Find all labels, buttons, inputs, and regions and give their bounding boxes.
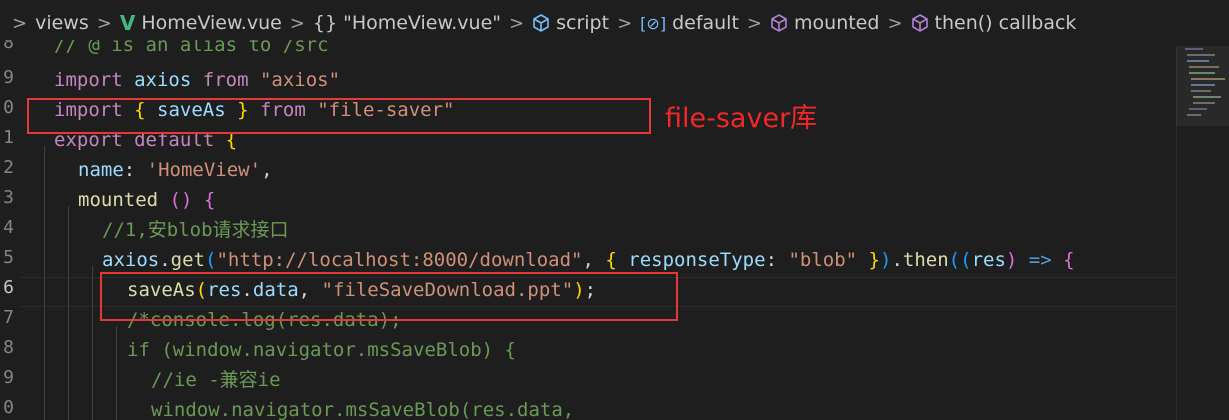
code-line: // @ is an alias to /src bbox=[54, 40, 329, 56]
cube-icon bbox=[533, 14, 549, 32]
code-line: mounted () { bbox=[78, 189, 216, 211]
annotation-label: file-saver库 bbox=[665, 103, 818, 134]
breadcrumb-chevron-icon: > bbox=[617, 12, 633, 34]
line-number: 4 bbox=[3, 217, 14, 238]
code-line: //ie -兼容ie bbox=[151, 369, 281, 391]
breadcrumb-item-mounted[interactable]: mounted bbox=[770, 12, 879, 34]
indent-guide bbox=[44, 146, 45, 420]
line-number: 2 bbox=[3, 157, 14, 178]
code-line: //1,安blob请求接口 bbox=[102, 219, 289, 241]
breadcrumb-item-callback[interactable]: then() callback bbox=[911, 12, 1076, 34]
minimap-viewport-slider[interactable] bbox=[1176, 46, 1229, 126]
line-number: 7 bbox=[3, 307, 14, 328]
cube-icon bbox=[911, 14, 928, 32]
breadcrumb-item-file[interactable]: V HomeView.vue bbox=[120, 11, 282, 35]
breadcrumb-chevron-icon: > bbox=[887, 12, 903, 34]
breadcrumb-item-default[interactable]: [⊘] default bbox=[640, 12, 739, 34]
breadcrumb-chevron-icon: > bbox=[96, 12, 112, 34]
breadcrumb-item-module[interactable]: {} "HomeView.vue" bbox=[313, 12, 501, 34]
code-line: window.navigator.msSaveBlob(res.data, bbox=[151, 399, 575, 420]
line-number: 8 bbox=[3, 337, 14, 358]
line-number: 8 bbox=[3, 40, 14, 53]
code-line: if (window.navigator.msSaveBlob) { bbox=[127, 339, 516, 361]
vue-logo-icon: V bbox=[119, 11, 136, 35]
breadcrumb-chevron-icon: > bbox=[12, 12, 28, 34]
highlight-box-saveas bbox=[100, 272, 678, 321]
breadcrumb-item-script[interactable]: script bbox=[532, 12, 609, 34]
brackets-icon: [⊘] bbox=[640, 13, 667, 33]
breadcrumb-chevron-icon: > bbox=[509, 12, 525, 34]
line-number: 0 bbox=[3, 397, 14, 418]
code-editor[interactable]: 8 9 0 1 2 3 4 5 6 7 8 9 0 // @ is an ali… bbox=[0, 40, 1180, 420]
cube-icon bbox=[771, 14, 787, 32]
breadcrumb-chevron-icon: > bbox=[289, 12, 305, 34]
braces-icon: {} bbox=[312, 12, 338, 34]
breadcrumb-chevron-icon: > bbox=[746, 12, 763, 34]
breadcrumb-item-views[interactable]: views bbox=[35, 12, 89, 34]
code-line: name: 'HomeView', bbox=[78, 159, 273, 181]
highlight-box-import bbox=[27, 98, 651, 134]
indent-guide bbox=[92, 266, 93, 420]
line-number: 9 bbox=[3, 367, 14, 388]
code-line: import axios from "axios" bbox=[54, 69, 341, 91]
line-number: 0 bbox=[3, 97, 14, 118]
line-number: 1 bbox=[3, 127, 14, 148]
line-number: 5 bbox=[3, 247, 14, 268]
line-number: 6 bbox=[3, 277, 14, 298]
line-number: 9 bbox=[3, 67, 14, 88]
indent-guide bbox=[116, 326, 117, 420]
code-line: axios.get("http://localhost:8000/downloa… bbox=[102, 249, 1075, 271]
line-number: 3 bbox=[3, 187, 14, 208]
indent-guide bbox=[68, 206, 69, 420]
